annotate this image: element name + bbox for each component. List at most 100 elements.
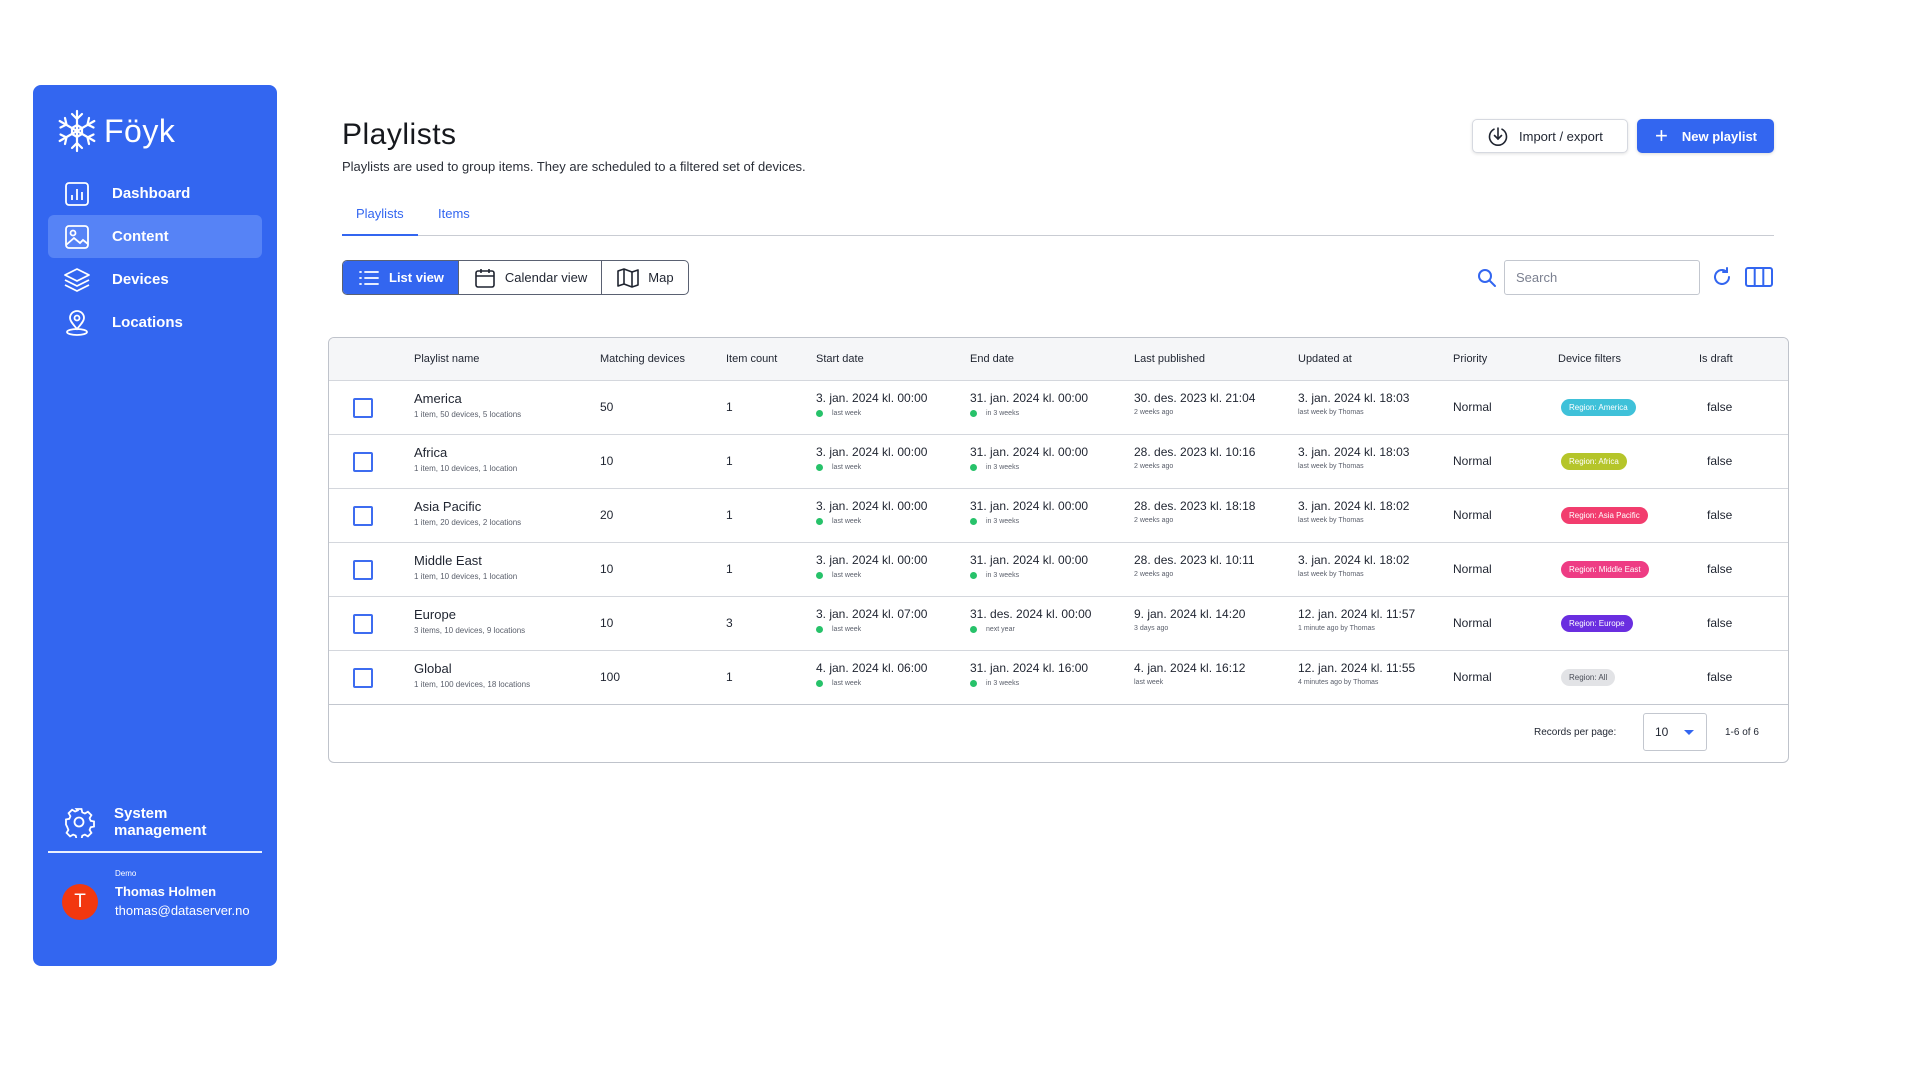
end-date-cell: 31. jan. 2024 kl. 00:00 in 3 weeks — [970, 499, 1088, 525]
table-row[interactable]: Asia Pacific 1 item, 20 devices, 2 locat… — [329, 489, 1788, 543]
playlist-name[interactable]: Middle East — [414, 553, 517, 568]
column-header-item-count[interactable]: Item count — [726, 338, 777, 381]
priority: Normal — [1453, 670, 1492, 684]
playlist-name[interactable]: Europe — [414, 607, 525, 622]
user-info: Demo Thomas Holmen thomas@dataserver.no — [115, 869, 250, 920]
row-checkbox[interactable] — [353, 560, 373, 580]
column-header-is-draft[interactable]: Is draft — [1699, 338, 1733, 381]
end-date: 31. des. 2024 kl. 00:00 — [970, 607, 1092, 621]
status-dot — [970, 410, 977, 417]
table-row[interactable]: Middle East 1 item, 10 devices, 1 locati… — [329, 543, 1788, 597]
playlist-name-cell: America 1 item, 50 devices, 5 locations — [414, 391, 521, 419]
tab-items[interactable]: Items — [424, 196, 484, 236]
page-description: Playlists are used to group items. They … — [342, 159, 806, 174]
column-header-updated-at[interactable]: Updated at — [1298, 338, 1352, 381]
sidebar-item-devices[interactable]: Devices — [48, 258, 262, 301]
sidebar-item-system-management[interactable]: System management — [63, 805, 224, 839]
column-header-start-date[interactable]: Start date — [816, 338, 864, 381]
search-input[interactable] — [1504, 260, 1700, 295]
sidebar-item-dashboard[interactable]: Dashboard — [48, 172, 262, 215]
calendar-view-button[interactable]: Calendar view — [459, 261, 603, 294]
sidebar-item-label: Devices — [112, 271, 169, 288]
column-header-priority[interactable]: Priority — [1453, 338, 1487, 381]
end-date-relative: next year — [970, 626, 1091, 633]
refresh-icon[interactable] — [1711, 266, 1733, 288]
start-date-cell: 3. jan. 2024 kl. 07:00 last week — [816, 607, 927, 633]
column-header-device-filters[interactable]: Device filters — [1558, 338, 1621, 381]
page-title: Playlists — [342, 118, 457, 151]
device-filter-chip[interactable]: Region: America — [1561, 399, 1636, 416]
calendar-icon — [475, 268, 495, 288]
plus-icon: + — [1655, 123, 1668, 148]
tab-playlists[interactable]: Playlists — [342, 196, 418, 236]
column-header-matching-devices[interactable]: Matching devices — [600, 338, 685, 381]
pagination-range: 1-6 of 6 — [1725, 727, 1759, 738]
table-row[interactable]: Global 1 item, 100 devices, 18 locations… — [329, 651, 1788, 705]
import-export-button[interactable]: Import / export — [1472, 119, 1628, 153]
map-view-button[interactable]: Map — [602, 261, 687, 294]
playlist-name[interactable]: Global — [414, 661, 530, 676]
column-header-playlist-name[interactable]: Playlist name — [414, 338, 479, 381]
device-filter-chip[interactable]: Region: Africa — [1561, 453, 1627, 470]
column-header-end-date[interactable]: End date — [970, 338, 1014, 381]
view-switcher: List view Calendar view Map — [342, 260, 689, 295]
search-icon[interactable] — [1476, 267, 1498, 289]
is-draft: false — [1707, 670, 1733, 684]
last-published-relative: 2 weeks ago — [1134, 409, 1174, 416]
row-checkbox[interactable] — [353, 506, 373, 526]
calendar-view-label: Calendar view — [504, 270, 588, 285]
priority: Normal — [1453, 616, 1492, 630]
last-published-cell: 4. jan. 2024 kl. 16:12 last week — [1134, 661, 1245, 686]
map-icon — [617, 267, 640, 288]
row-checkbox[interactable] — [353, 614, 373, 634]
image-icon — [65, 224, 89, 249]
updated-at-relative: last week by Thomas — [1298, 571, 1364, 578]
table-row[interactable]: Europe 3 items, 10 devices, 9 locations … — [329, 597, 1788, 651]
device-filter-chip[interactable]: Region: Asia Pacific — [1561, 507, 1648, 524]
brand-logo[interactable]: Föyk — [54, 105, 175, 157]
columns-icon[interactable] — [1744, 265, 1774, 289]
playlist-name[interactable]: Asia Pacific — [414, 499, 521, 514]
table-row[interactable]: America 1 item, 50 devices, 5 locations … — [329, 381, 1788, 435]
last-published-cell: 28. des. 2023 kl. 18:18 2 weeks ago — [1134, 499, 1255, 524]
updated-at: 3. jan. 2024 kl. 18:03 — [1298, 445, 1410, 459]
start-date-cell: 3. jan. 2024 kl. 00:00 last week — [816, 391, 927, 417]
end-date-cell: 31. jan. 2024 kl. 16:00 in 3 weeks — [970, 661, 1088, 687]
playlist-name-cell: Middle East 1 item, 10 devices, 1 locati… — [414, 553, 517, 581]
start-date-cell: 3. jan. 2024 kl. 00:00 last week — [816, 553, 927, 579]
records-per-page-value: 10 — [1655, 725, 1669, 739]
status-dot — [970, 464, 977, 471]
end-date-relative: in 3 weeks — [970, 464, 1088, 471]
playlist-name[interactable]: America — [414, 391, 521, 406]
row-checkbox[interactable] — [353, 398, 373, 418]
brand-name: Föyk — [104, 112, 176, 149]
device-filter-chip[interactable]: Region: Europe — [1561, 615, 1633, 632]
table-row[interactable]: Africa 1 item, 10 devices, 1 location 10… — [329, 435, 1788, 489]
start-date-relative: last week — [816, 518, 927, 525]
list-view-button[interactable]: List view — [343, 261, 459, 294]
column-header-last-published[interactable]: Last published — [1134, 338, 1205, 381]
row-checkbox[interactable] — [353, 668, 373, 688]
end-date-cell: 31. jan. 2024 kl. 00:00 in 3 weeks — [970, 391, 1088, 417]
list-view-label: List view — [389, 270, 444, 285]
is-draft: false — [1707, 454, 1733, 468]
start-date-relative: last week — [816, 410, 927, 417]
updated-at-cell: 3. jan. 2024 kl. 18:03 last week by Thom… — [1298, 391, 1409, 416]
sidebar-item-content[interactable]: Content — [48, 215, 262, 258]
device-filter-chip[interactable]: Region: All — [1561, 669, 1616, 686]
last-published: 4. jan. 2024 kl. 16:12 — [1134, 661, 1246, 675]
end-date-cell: 31. des. 2024 kl. 00:00 next year — [970, 607, 1091, 633]
sidebar-item-locations[interactable]: Locations — [48, 301, 262, 344]
new-playlist-button[interactable]: + New playlist — [1637, 119, 1774, 153]
row-checkbox[interactable] — [353, 452, 373, 472]
device-filter-chip[interactable]: Region: Middle East — [1561, 561, 1649, 578]
user-profile[interactable]: T Demo Thomas Holmen thomas@dataserver.n… — [62, 868, 250, 920]
records-per-page-select[interactable]: 10 — [1643, 713, 1707, 751]
updated-at: 3. jan. 2024 kl. 18:02 — [1298, 553, 1410, 567]
avatar: T — [62, 884, 98, 920]
gear-icon — [65, 808, 95, 838]
playlist-name[interactable]: Africa — [414, 445, 517, 460]
playlist-meta: 1 item, 20 devices, 2 locations — [414, 518, 522, 527]
table-header: Playlist name Matching devices Item coun… — [329, 338, 1788, 381]
item-count: 3 — [726, 616, 733, 630]
